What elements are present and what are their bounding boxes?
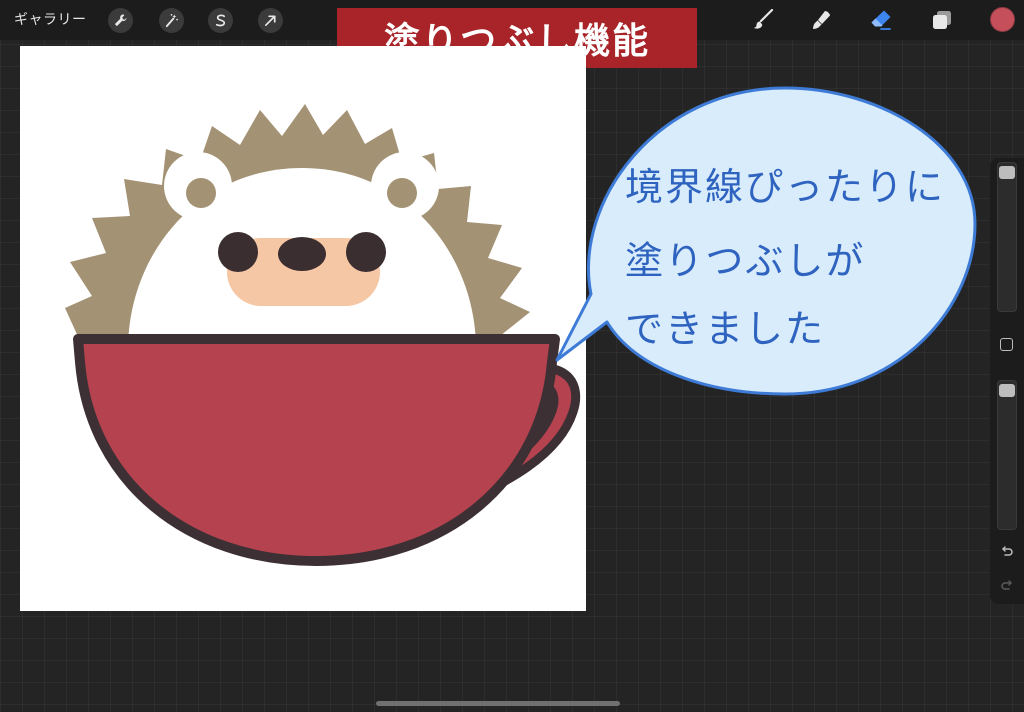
magic-wand-icon xyxy=(165,14,178,28)
opacity-thumb[interactable] xyxy=(999,384,1015,397)
selection-button[interactable] xyxy=(208,8,233,33)
cup-body xyxy=(73,334,560,566)
hedgehog-cup-illustration xyxy=(65,104,581,566)
brush-size-thumb[interactable] xyxy=(999,166,1015,179)
undo-icon xyxy=(1002,546,1013,556)
adjustments-button[interactable] xyxy=(159,8,184,33)
eraser-icon xyxy=(871,10,891,30)
side-toolbar xyxy=(990,158,1024,604)
selection-s-icon xyxy=(215,14,226,27)
smudge-icon xyxy=(813,11,830,29)
smudge-tool-button[interactable] xyxy=(808,6,836,34)
layers-button[interactable] xyxy=(928,6,956,34)
hedgehog-left-eye xyxy=(218,232,258,272)
home-indicator[interactable] xyxy=(376,701,620,706)
hedgehog-nose xyxy=(278,237,326,271)
drawing-canvas[interactable] xyxy=(20,46,586,611)
opacity-slider[interactable] xyxy=(997,380,1017,530)
brush-tool-button[interactable] xyxy=(749,6,777,34)
speech-bubble: 境界線ぴったりに 塗りつぶしが できました xyxy=(545,84,985,414)
bubble-line-2: 塗りつぶしが xyxy=(625,239,866,283)
wrench-icon xyxy=(114,14,127,27)
redo-button[interactable] xyxy=(999,578,1015,594)
actions-button[interactable] xyxy=(108,8,133,33)
bubble-line-1: 境界線ぴったりに xyxy=(625,165,946,209)
eraser-tool-button[interactable] xyxy=(867,6,895,34)
brush-size-slider[interactable] xyxy=(997,162,1017,312)
transform-button[interactable] xyxy=(258,8,283,33)
transform-arrow-icon xyxy=(264,15,276,27)
redo-icon xyxy=(1001,580,1012,590)
undo-button[interactable] xyxy=(999,544,1015,560)
gallery-button[interactable]: ギャラリー xyxy=(14,9,87,29)
color-picker-button[interactable] xyxy=(990,7,1015,32)
modify-button[interactable] xyxy=(1000,338,1013,351)
hedgehog-right-eye xyxy=(346,232,386,272)
layers-icon xyxy=(933,11,951,29)
brush-icon xyxy=(753,8,774,29)
bubble-line-3: できました xyxy=(625,307,826,351)
